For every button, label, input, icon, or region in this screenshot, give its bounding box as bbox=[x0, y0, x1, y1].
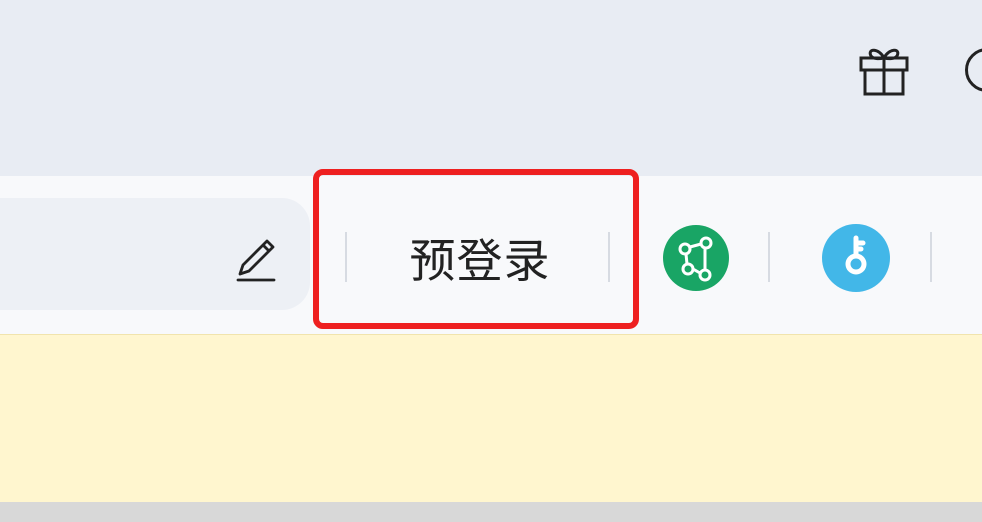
share-icon bbox=[678, 236, 713, 282]
prelogin-button[interactable]: 预登录 bbox=[370, 214, 590, 302]
circle-icon[interactable] bbox=[965, 48, 982, 92]
pencil-icon[interactable] bbox=[228, 228, 286, 286]
divider bbox=[930, 232, 932, 282]
gift-icon[interactable] bbox=[855, 40, 913, 98]
bottom-strip bbox=[0, 502, 982, 522]
divider bbox=[345, 232, 347, 282]
divider bbox=[768, 232, 770, 282]
toolbar: 预登录 bbox=[0, 176, 982, 334]
share-button[interactable] bbox=[663, 225, 729, 291]
top-bar bbox=[0, 0, 982, 176]
divider bbox=[608, 232, 610, 282]
key-button[interactable] bbox=[822, 224, 890, 292]
key-icon bbox=[845, 235, 867, 275]
notification-banner bbox=[0, 334, 982, 503]
